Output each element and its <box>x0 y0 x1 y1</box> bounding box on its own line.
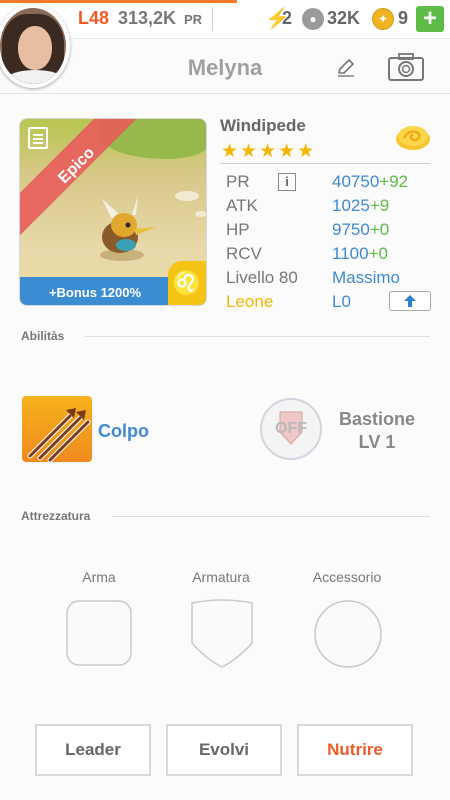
paw-icon: ● <box>302 8 324 30</box>
stat-row-hp: HP 9750+0 <box>226 220 436 244</box>
header-divider <box>0 93 450 94</box>
stat-label: ATK <box>226 196 258 215</box>
coin-icon: ✦ <box>372 8 394 30</box>
bonus-label: +Bonus 1200% <box>48 285 142 300</box>
add-currency-button[interactable]: + <box>416 6 444 32</box>
star-rating: ★★★★★ <box>221 141 317 162</box>
stat-row-pr: PR 40750+92 <box>226 172 436 196</box>
stat-value: 9750+0 <box>332 220 390 239</box>
stat-label: Livello 80 <box>226 268 298 287</box>
stat-row-atk: ATK 1025+9 <box>226 196 436 220</box>
stat-label: RCV <box>226 244 262 263</box>
equip-label-armor: Armatura <box>192 569 250 585</box>
stat-label: HP <box>226 220 250 239</box>
skill-colpo-label[interactable]: Colpo <box>98 421 149 442</box>
info-icon[interactable]: i <box>278 173 296 191</box>
equip-label-accessory: Accessorio <box>312 569 382 585</box>
pet-name: Windipede <box>220 116 306 135</box>
zodiac-label: Leone <box>226 292 274 311</box>
power-value: 313,2K <box>118 8 177 28</box>
skill-bastione-name: Bastione <box>338 409 416 429</box>
equipment-section-title: Attrezzatura <box>21 509 91 523</box>
energy-value: 2 <box>282 8 293 28</box>
top-accent-strip <box>0 0 237 3</box>
stat-bonus: +9 <box>369 196 390 215</box>
pencil-icon[interactable] <box>335 56 357 78</box>
avatar-photo <box>0 8 66 84</box>
power-unit: PR <box>184 12 203 27</box>
stat-value: 1100+0 <box>332 244 388 263</box>
upgrade-button[interactable] <box>389 291 431 311</box>
paws-value: 32K <box>327 8 361 28</box>
feed-button[interactable]: Nutrire <box>297 724 413 776</box>
stats-divider <box>220 163 430 164</box>
player-name: Melyna <box>187 55 263 80</box>
zodiac-badge: ♌ <box>168 261 206 305</box>
leader-button[interactable]: Leader <box>35 724 151 776</box>
stat-value: 1025+9 <box>332 196 390 215</box>
pet-portrait-card[interactable]: Epico +Bonus 1200% ♌ <box>19 118 207 306</box>
stat-bonus: +0 <box>369 220 390 239</box>
weapon-slot[interactable] <box>65 599 133 672</box>
skill-bastione-level: LV 1 <box>358 432 396 452</box>
equip-label-weapon: Arma <box>82 569 116 585</box>
stat-row-rcv: RCV 1100+0 <box>226 244 436 268</box>
player-level: L48 <box>78 8 110 28</box>
card-info-icon <box>28 127 48 149</box>
pet-sprite <box>100 195 156 261</box>
stat-bonus: +0 <box>368 244 388 263</box>
wind-element-icon <box>394 122 432 152</box>
stat-row-level: Livello 80 Massimo <box>226 268 436 292</box>
section-divider <box>85 336 430 337</box>
stat-bonus: +92 <box>379 172 409 191</box>
arrow-up-icon <box>404 295 416 307</box>
section-divider <box>112 516 430 517</box>
skill-colpo-icon[interactable] <box>22 396 92 462</box>
skill-off-label: OFF <box>275 420 307 437</box>
coins-value: 9 <box>398 8 409 28</box>
zodiac-value: L0 <box>332 292 351 311</box>
stat-label: PR <box>226 172 250 191</box>
skills-section-title: Abilitàs <box>21 329 65 343</box>
camera-icon[interactable] <box>387 52 425 82</box>
armor-slot[interactable] <box>188 599 256 674</box>
avatar[interactable] <box>0 4 70 88</box>
accessory-slot[interactable] <box>313 599 383 674</box>
evolve-button[interactable]: Evolvi <box>166 724 282 776</box>
skill-bastione-toggle[interactable]: OFF <box>260 398 322 460</box>
stat-value: 40750+92 <box>332 172 409 191</box>
topbar-divider <box>212 7 213 31</box>
stat-value: Massimo <box>332 268 401 287</box>
